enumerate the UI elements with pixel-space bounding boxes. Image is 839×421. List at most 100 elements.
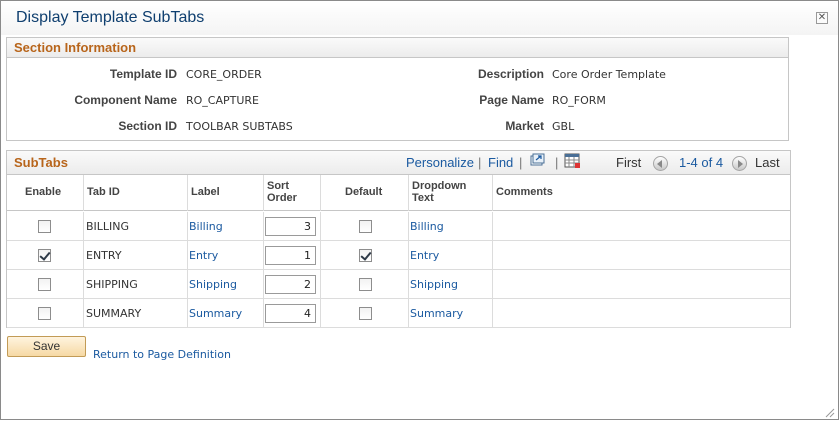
enable-cell (7, 270, 84, 299)
enable-checkbox[interactable] (38, 220, 51, 233)
column-header-dropdown-text-2: Text (412, 192, 434, 204)
default-checkbox[interactable] (359, 249, 372, 262)
label-cell: Summary (188, 299, 264, 328)
previous-arrow-icon[interactable] (653, 156, 668, 171)
column-header-comments[interactable]: Comments (493, 175, 790, 211)
default-checkbox[interactable] (359, 307, 372, 320)
sort-order-input[interactable] (265, 217, 316, 236)
subtabs-grid: SubTabs Personalize | Find | | First 1-4… (6, 150, 791, 328)
enable-cell (7, 299, 84, 328)
dialog-title: Display Template SubTabs (16, 9, 205, 26)
personalize-link[interactable]: Personalize (406, 155, 474, 170)
dropdown-text-cell: Billing (409, 212, 493, 241)
default-cell (321, 241, 409, 270)
comments-cell (493, 299, 790, 328)
dropdown-text-value: Entry (410, 249, 440, 262)
spreadsheet-download-icon[interactable] (564, 153, 581, 172)
default-checkbox[interactable] (359, 278, 372, 291)
save-button[interactable]: Save (7, 336, 86, 357)
row-range-text: 1-4 of 4 (679, 155, 724, 170)
tab-id-cell: SUMMARY (84, 299, 188, 328)
dialog-titlebar[interactable]: Display Template SubTabs ✕ (1, 1, 838, 35)
default-cell (321, 270, 409, 299)
dropdown-text-cell: Shipping (409, 270, 493, 299)
section-id-label: Section ID (118, 119, 177, 133)
toolbar-separator: | (519, 155, 523, 170)
toolbar-separator: | (478, 155, 482, 170)
column-header-label-text: Label (191, 186, 220, 198)
default-cell (321, 299, 409, 328)
enable-cell (7, 241, 84, 270)
column-header-label[interactable]: Label (188, 175, 264, 211)
next-arrow-icon[interactable] (732, 156, 747, 171)
section-information-panel: Section Information Template ID CORE_ORD… (6, 37, 789, 141)
column-header-default[interactable]: Default (321, 175, 409, 211)
market-value: GBL (552, 120, 575, 133)
view-all-icon[interactable] (529, 153, 545, 170)
description-value: Core Order Template (552, 68, 666, 81)
label-cell: Billing (188, 212, 264, 241)
sort-order-input[interactable] (265, 246, 316, 265)
sort-order-cell (264, 241, 321, 270)
return-to-page-definition-link[interactable]: Return to Page Definition (93, 348, 231, 361)
template-id-label: Template ID (109, 67, 177, 81)
comments-cell (493, 212, 790, 241)
last-label: Last (755, 155, 780, 170)
enable-checkbox[interactable] (38, 307, 51, 320)
enable-cell (7, 212, 84, 241)
default-checkbox[interactable] (359, 220, 372, 233)
column-header-sort-order[interactable]: Sort Order (264, 175, 321, 211)
tab-id-cell: SHIPPING (84, 270, 188, 299)
toolbar-separator: | (555, 155, 559, 170)
table-row: BILLING Billing Billing (7, 212, 790, 241)
tab-id-value: SHIPPING (86, 278, 138, 291)
page-name-label: Page Name (479, 93, 544, 107)
label-value: Summary (189, 307, 243, 320)
dropdown-text-cell: Entry (409, 241, 493, 270)
dialog-window: Display Template SubTabs ✕ Section Infor… (0, 0, 839, 420)
sort-order-cell (264, 299, 321, 328)
tab-id-value: ENTRY (86, 249, 122, 262)
sort-order-input[interactable] (265, 275, 316, 294)
column-header-enable[interactable]: Enable (7, 175, 84, 211)
component-name-label: Component Name (74, 93, 177, 107)
close-icon[interactable]: ✕ (816, 12, 828, 24)
section-id-value: TOOLBAR SUBTABS (186, 120, 293, 133)
sort-order-cell (264, 212, 321, 241)
table-row: SUMMARY Summary Summary (7, 299, 790, 328)
find-link[interactable]: Find (488, 155, 513, 170)
enable-checkbox[interactable] (38, 249, 51, 262)
label-value: Shipping (189, 278, 237, 291)
column-header-dropdown-text[interactable]: Dropdown Text (409, 175, 493, 211)
dropdown-text-cell: Summary (409, 299, 493, 328)
first-label: First (616, 155, 642, 170)
comments-cell (493, 241, 790, 270)
column-header-dropdown-text-1: Dropdown (412, 180, 467, 192)
sort-order-input[interactable] (265, 304, 316, 323)
enable-checkbox[interactable] (38, 278, 51, 291)
column-header-default-text: Default (345, 186, 383, 198)
description-label: Description (477, 67, 544, 81)
column-header-tab-id[interactable]: Tab ID (84, 175, 188, 211)
tab-id-value: BILLING (86, 220, 130, 233)
column-header-enable-text: Enable (25, 186, 62, 198)
resize-grip-icon[interactable] (823, 406, 835, 418)
label-value: Entry (189, 249, 219, 262)
tab-id-value: SUMMARY (86, 307, 142, 320)
sort-order-cell (264, 270, 321, 299)
dropdown-text-value: Shipping (410, 278, 458, 291)
label-value: Billing (189, 220, 223, 233)
table-row: ENTRY Entry Entry (7, 241, 790, 270)
column-header-tab-id-text: Tab ID (87, 186, 120, 198)
subtabs-grid-title-bar: SubTabs Personalize | Find | | First 1-4… (7, 151, 790, 175)
subtabs-title: SubTabs (14, 155, 68, 170)
component-name-value: RO_CAPTURE (186, 94, 260, 107)
tab-id-cell: BILLING (84, 212, 188, 241)
column-header-sort-text: Sort (267, 180, 289, 192)
page-name-value: RO_FORM (552, 94, 606, 107)
column-header-comments-text: Comments (496, 186, 553, 198)
label-cell: Shipping (188, 270, 264, 299)
label-cell: Entry (188, 241, 264, 270)
tab-id-cell: ENTRY (84, 241, 188, 270)
dropdown-text-value: Summary (410, 307, 464, 320)
